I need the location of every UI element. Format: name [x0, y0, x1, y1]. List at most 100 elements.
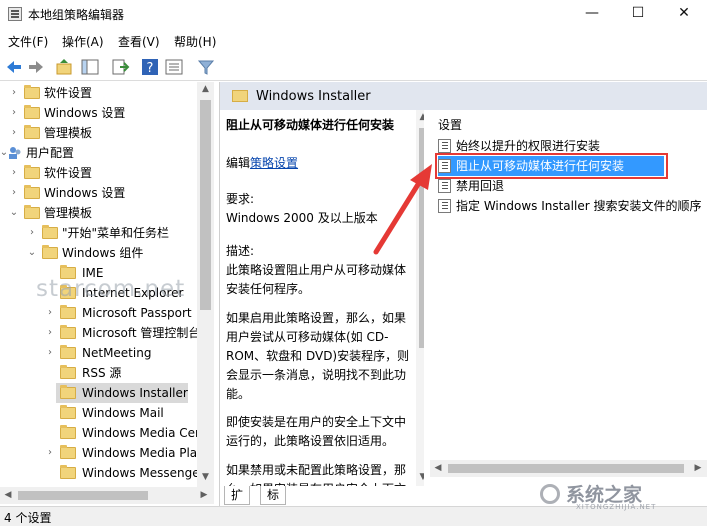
- tree-item[interactable]: ⌄ 管理模板: [0, 203, 197, 223]
- tree-item[interactable]: › Windows Media Player: [0, 443, 197, 463]
- tree-item-label: Microsoft Passport: [82, 306, 192, 320]
- menu-help[interactable]: 帮助(H): [174, 33, 216, 50]
- folder-icon: [232, 90, 248, 102]
- folder-icon: [60, 365, 76, 379]
- scroll-right-icon[interactable]: ▶: [692, 463, 704, 473]
- folder-icon: [60, 425, 76, 439]
- watermark-logo-icon: [540, 484, 560, 504]
- user-config-icon: [9, 147, 21, 159]
- folder-icon: [42, 225, 58, 239]
- tree-item-label: Windows Media Center: [82, 426, 197, 440]
- tree-item-label: 用户配置: [26, 146, 75, 160]
- menu-action[interactable]: 操作(A): [62, 33, 104, 50]
- tree-item-label: Windows Media Player: [82, 446, 197, 460]
- details-header: Windows Installer: [220, 82, 707, 110]
- tree-item-user-config[interactable]: ⌄ 用户配置: [0, 143, 197, 163]
- settings-list: 设置 始终以提升的权限进行安装 阻止从可移动媒体进行任何安装 禁用回退 指定 W…: [424, 110, 707, 506]
- minimize-button[interactable]: —: [569, 0, 615, 28]
- tree-item-label: 管理模板: [44, 126, 93, 140]
- forward-icon[interactable]: [26, 57, 46, 77]
- tree-item-label: 软件设置: [44, 166, 93, 180]
- folder-icon: [24, 105, 40, 119]
- policy-editor-icon: [8, 7, 22, 21]
- policy-title: 阻止从可移动媒体进行任何安装: [226, 118, 395, 132]
- edit-policy-link[interactable]: 策略设置: [250, 156, 298, 170]
- description-paragraph: 即使安装是在用户的安全上下文中运行的，此策略设置依旧适用。: [226, 415, 407, 448]
- setting-label: 禁用回退: [456, 179, 505, 193]
- tree-item[interactable]: ⌄ Windows 组件: [0, 243, 197, 263]
- expand-caret-icon[interactable]: ›: [26, 223, 38, 243]
- close-button[interactable]: ✕: [661, 0, 707, 28]
- folder-icon: [60, 465, 76, 479]
- menu-file[interactable]: 文件(F): [8, 33, 48, 50]
- expand-caret-icon[interactable]: ›: [8, 163, 20, 183]
- scroll-thumb[interactable]: [200, 100, 211, 310]
- tree-item-label: Windows 组件: [62, 246, 144, 260]
- folder-icon: [60, 445, 76, 459]
- scroll-down-icon[interactable]: ▼: [197, 472, 214, 482]
- tree-item[interactable]: › NetMeeting: [0, 343, 197, 363]
- expand-caret-icon[interactable]: ›: [44, 343, 56, 363]
- collapse-caret-icon[interactable]: ⌄: [26, 243, 38, 263]
- window-title: 本地组策略编辑器: [28, 8, 125, 22]
- expand-caret-icon[interactable]: ›: [8, 83, 20, 103]
- scroll-thumb[interactable]: [18, 491, 148, 500]
- tree-item-label: 软件设置: [44, 86, 93, 100]
- tree-item-label: RSS 源: [82, 366, 122, 380]
- extended-view-icon[interactable]: [164, 57, 184, 77]
- svg-text:?: ?: [147, 61, 154, 76]
- settings-horizontal-scrollbar[interactable]: ◀ ▶: [430, 460, 707, 477]
- description-paragraph: 如果禁用或未配置此策略设置，那么，如果安装是在用户安全上下文中: [226, 463, 407, 486]
- menu-view[interactable]: 查看(V): [118, 33, 160, 50]
- expand-caret-icon[interactable]: ›: [44, 303, 56, 323]
- tree-item[interactable]: Windows Media Center: [0, 423, 197, 443]
- filter-icon[interactable]: [196, 57, 216, 77]
- show-hide-tree-icon[interactable]: [80, 57, 100, 77]
- folder-icon: [24, 85, 40, 99]
- tree-item[interactable]: › Windows 设置: [0, 183, 197, 203]
- back-icon[interactable]: [4, 57, 24, 77]
- tree-item[interactable]: › 软件设置: [0, 163, 197, 183]
- scroll-left-icon[interactable]: ◀: [432, 463, 444, 473]
- expand-caret-icon[interactable]: ›: [44, 323, 56, 343]
- tree-item-windows-installer[interactable]: Windows Installer: [56, 383, 188, 403]
- scroll-left-icon[interactable]: ◀: [2, 490, 14, 500]
- scroll-up-icon[interactable]: ▲: [197, 84, 214, 94]
- tree-item[interactable]: Windows Mail: [0, 403, 197, 423]
- tree-item[interactable]: › Windows 设置: [0, 103, 197, 123]
- setting-item[interactable]: 指定 Windows Installer 搜索安装文件的顺序: [438, 196, 704, 216]
- expand-caret-icon[interactable]: ›: [44, 443, 56, 463]
- tree-item[interactable]: › Microsoft Passport: [0, 303, 197, 323]
- tree-item[interactable]: › 管理模板: [0, 123, 197, 143]
- tree-item-label: 管理模板: [44, 206, 93, 220]
- scroll-thumb[interactable]: [448, 464, 684, 473]
- tab-extended[interactable]: 扩展: [224, 486, 251, 520]
- status-text: 4 个设置: [4, 511, 52, 525]
- settings-column-header[interactable]: 设置: [438, 116, 462, 133]
- folder-icon: [60, 385, 76, 399]
- expand-caret-icon[interactable]: ›: [8, 123, 20, 143]
- tree-item[interactable]: › Microsoft 管理控制台: [0, 323, 200, 343]
- maximize-button[interactable]: ☐: [615, 0, 661, 28]
- help-icon[interactable]: ?: [140, 57, 160, 77]
- scroll-right-icon[interactable]: ▶: [198, 490, 210, 500]
- collapse-caret-icon[interactable]: ⌄: [8, 203, 20, 223]
- tree-item[interactable]: › "开始"菜单和任务栏: [0, 223, 197, 243]
- tab-standard[interactable]: 标准: [260, 486, 287, 520]
- tree-item[interactable]: Windows Messenger: [0, 463, 197, 483]
- expand-caret-icon[interactable]: ›: [8, 103, 20, 123]
- expand-caret-icon[interactable]: ›: [8, 183, 20, 203]
- up-folder-icon[interactable]: [54, 57, 74, 77]
- export-list-icon[interactable]: [110, 57, 130, 77]
- folder-icon: [60, 325, 76, 339]
- tree-horizontal-scrollbar[interactable]: ◀ ▶: [0, 487, 214, 504]
- folder-icon: [24, 205, 40, 219]
- details-pane: Windows Installer 阻止从可移动媒体进行任何安装 编辑策略设置 …: [219, 82, 707, 520]
- tree-item[interactable]: › 软件设置: [0, 83, 197, 103]
- tree-item[interactable]: RSS 源: [0, 363, 197, 383]
- setting-item[interactable]: 禁用回退: [438, 176, 698, 196]
- tree-vertical-scrollbar[interactable]: ▲ ▼: [197, 82, 214, 487]
- toolbar: ?: [0, 54, 707, 81]
- tree-item-label: Windows Mail: [82, 406, 164, 420]
- policy-setting-icon: [438, 139, 451, 153]
